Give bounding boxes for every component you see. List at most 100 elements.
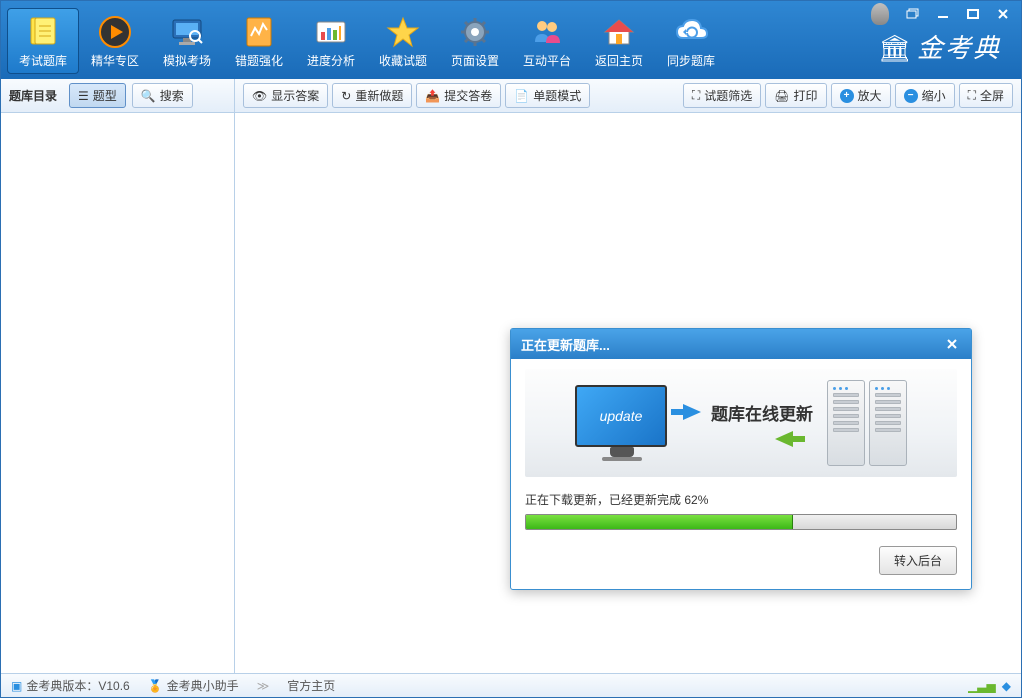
toolbar-label: 返回主页 <box>595 52 643 69</box>
toolbar-label: 页面设置 <box>451 52 499 69</box>
toolbar-wrong-q[interactable]: 错题强化 <box>223 8 295 74</box>
dialog-body: update 题库在线更新 <box>511 359 971 589</box>
chart-icon[interactable]: ▁▃▅ <box>968 679 996 693</box>
plus-icon: + <box>840 89 854 103</box>
toolbar-label: 考试题库 <box>19 52 67 69</box>
wrong-q-icon <box>241 14 277 50</box>
eye-icon: 👁 <box>252 89 267 103</box>
arrow-left-icon <box>775 431 793 447</box>
progress-icon <box>313 14 349 50</box>
toolbar-label: 精华专区 <box>91 52 139 69</box>
minus-icon: − <box>904 89 918 103</box>
monitor-text: update <box>575 385 667 447</box>
filter-button[interactable]: ⛶ 试题筛选 <box>683 83 761 108</box>
search-button[interactable]: 🔍 搜索 <box>132 83 193 108</box>
toolbar-home[interactable]: 返回主页 <box>583 8 655 74</box>
toolbar-community[interactable]: 互动平台 <box>511 8 583 74</box>
submit-button[interactable]: 📤 提交答卷 <box>416 83 501 108</box>
toolbar-exam-db[interactable]: 考试题库 <box>7 8 79 74</box>
btn-label: 提交答卷 <box>444 87 492 104</box>
zoom-in-button[interactable]: + 放大 <box>831 83 891 108</box>
single-mode-button[interactable]: 📄单题模式 <box>505 83 590 108</box>
btn-label: 放大 <box>858 87 882 104</box>
toolbar-page-settings[interactable]: 页面设置 <box>439 8 511 74</box>
maximize-button[interactable] <box>963 7 983 21</box>
update-illustration: update 题库在线更新 <box>525 369 957 477</box>
btn-label: 试题筛选 <box>704 87 752 104</box>
toolbar-progress[interactable]: 进度分析 <box>295 8 367 74</box>
arrow-right-icon <box>683 404 701 420</box>
version-text: 金考典版本：V10.6 <box>26 677 129 694</box>
secondary-toolbar: 题库目录 ☰ 题型 🔍 搜索 👁 显示答案 ↻重新做题 📤 提交答卷 📄单题模式 ⛶… <box>1 79 1021 113</box>
toolbar-label: 互动平台 <box>523 52 571 69</box>
btn-label: 题型 <box>93 87 117 104</box>
status-bar: ▣ 金考典版本：V10.6 🏅 金考典小助手 ≫ 官方主页 ▁▃▅ ◆ <box>1 673 1021 697</box>
dialog-title: 正在更新题库... <box>521 335 610 354</box>
dialog-close-button[interactable] <box>943 335 961 353</box>
diamond-icon[interactable]: ◆ <box>1002 679 1011 693</box>
sidebar-header: 题库目录 ☰ 题型 🔍 搜索 <box>1 79 235 112</box>
monitor-icon: update <box>575 385 669 461</box>
toolbar-sim-exam[interactable]: 模拟考场 <box>151 8 223 74</box>
redo-button[interactable]: ↻重新做题 <box>332 83 412 108</box>
minimize-button[interactable] <box>933 7 953 21</box>
action-bar: 👁 显示答案 ↻重新做题 📤 提交答卷 📄单题模式 ⛶ 试题筛选 🖨 打印 + 放大 −缩… <box>235 79 1021 112</box>
window-controls <box>871 3 1013 25</box>
main-area: 正在更新题库... update 题库在线更新 <box>1 113 1021 673</box>
status-version[interactable]: ▣ 金考典版本：V10.6 <box>11 677 130 694</box>
toolbar-elite[interactable]: 精华专区 <box>79 8 151 74</box>
toolbar-sync[interactable]: 同步题库 <box>655 8 727 74</box>
medal-icon: 🏅 <box>148 679 163 693</box>
show-answer-button[interactable]: 👁 显示答案 <box>243 83 328 108</box>
status-helper[interactable]: 🏅 金考典小助手 <box>148 677 239 694</box>
print-button[interactable]: 🖨 打印 <box>765 83 826 108</box>
btn-label: 全屏 <box>980 87 1004 104</box>
separator-icon: ≫ <box>257 679 270 693</box>
type-filter-button[interactable]: ☰ 题型 <box>69 83 126 108</box>
btn-label: 显示答案 <box>271 87 319 104</box>
background-button[interactable]: 转入后台 <box>879 546 957 575</box>
app-icon: ▣ <box>11 679 22 693</box>
filter-icon: ⛶ <box>692 88 700 103</box>
refresh-icon: ↻ <box>341 89 351 103</box>
status-official[interactable]: 官方主页 <box>287 677 335 694</box>
sim-exam-icon <box>169 14 205 50</box>
medal-icon[interactable] <box>871 3 889 25</box>
toolbar-label: 收藏试题 <box>379 52 427 69</box>
progress-fill <box>526 515 793 529</box>
list-icon: ☰ <box>78 89 89 103</box>
people-icon <box>529 14 565 50</box>
servers-icon <box>827 380 907 466</box>
brand-logo: 金考典 <box>878 28 1001 65</box>
update-dialog: 正在更新题库... update 题库在线更新 <box>510 328 972 590</box>
sidebar-title: 题库目录 <box>9 87 57 104</box>
close-button[interactable] <box>993 7 1013 21</box>
print-icon: 🖨 <box>774 89 789 103</box>
dialog-titlebar[interactable]: 正在更新题库... <box>511 329 971 359</box>
progress-prefix: 正在下载更新，已经更新完成 <box>525 493 684 507</box>
toolbar-label: 错题强化 <box>235 52 283 69</box>
restore-down-button[interactable] <box>903 7 923 21</box>
exam-db-icon <box>25 14 61 50</box>
toolbar-favorite[interactable]: 收藏试题 <box>367 8 439 74</box>
progress-bar <box>525 514 957 530</box>
home-icon <box>601 14 637 50</box>
btn-label: 缩小 <box>922 87 946 104</box>
toolbar-label: 同步题库 <box>667 52 715 69</box>
main-toolbar: 考试题库 精华专区 模拟考场 错题强化 进度分析 收藏试题 页面设置 <box>1 1 1021 79</box>
transfer-arrows: 题库在线更新 <box>683 400 813 447</box>
toolbar-label: 模拟考场 <box>163 52 211 69</box>
illustration-text: 题库在线更新 <box>711 400 813 425</box>
fullscreen-button[interactable]: ⛶ 全屏 <box>959 83 1013 108</box>
zoom-out-button[interactable]: −缩小 <box>895 83 955 108</box>
btn-label: 打印 <box>794 87 818 104</box>
submit-icon: 📤 <box>425 89 440 103</box>
helper-text: 金考典小助手 <box>167 677 239 694</box>
toolbar-label: 进度分析 <box>307 52 355 69</box>
fullscreen-icon: ⛶ <box>968 88 976 103</box>
play-icon <box>97 14 133 50</box>
search-icon: 🔍 <box>141 89 156 103</box>
official-text: 官方主页 <box>287 677 335 694</box>
status-right: ▁▃▅ ◆ <box>968 679 1011 693</box>
btn-label: 单题模式 <box>533 87 581 104</box>
